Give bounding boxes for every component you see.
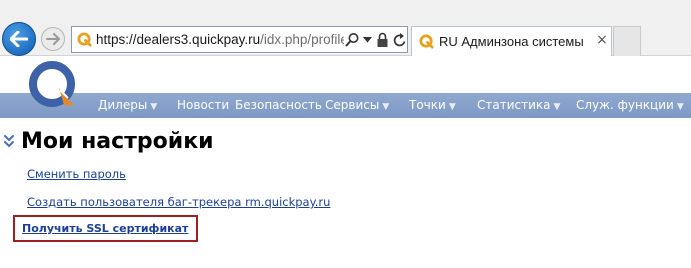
browser-chrome: https://dealers3.quickpay.ru/idx.php/pro… xyxy=(0,0,691,56)
quickpay-logo[interactable] xyxy=(28,60,80,112)
get-ssl-certificate-link[interactable]: Получить SSL сертификат xyxy=(22,222,188,235)
nav-item-label: Точки xyxy=(409,98,446,112)
nav-item-label: Служ. функции xyxy=(576,98,674,112)
site-favicon-icon xyxy=(77,32,92,47)
close-icon[interactable]: × xyxy=(595,33,609,47)
forward-arrow-icon xyxy=(46,33,60,45)
nav-item-label: Безопасность xyxy=(235,98,322,112)
nav-item-statistics[interactable]: Статистика ▼ xyxy=(477,98,560,112)
new-tab-button[interactable] xyxy=(613,26,641,56)
refresh-icon[interactable] xyxy=(393,32,407,48)
page-title: Мои настройки xyxy=(21,129,214,154)
chevron-down-icon: ▼ xyxy=(150,102,158,112)
nav-item-label: Сервисы xyxy=(325,98,380,112)
nav-item-dealers[interactable]: Дилеры ▼ xyxy=(98,98,157,112)
double-chevron-down-icon[interactable] xyxy=(4,135,14,149)
nav-item-services[interactable]: Сервисы ▼ xyxy=(325,98,389,112)
url-text[interactable]: https://dealers3.quickpay.ru/idx.php/pro… xyxy=(96,32,344,47)
url-main: https://dealers3.quickpay.ru xyxy=(96,32,261,47)
address-bar[interactable]: https://dealers3.quickpay.ru/idx.php/pro… xyxy=(71,26,408,53)
url-path: /idx.php/profile/s xyxy=(260,32,344,47)
nav-item-label: Дилеры xyxy=(98,98,148,112)
search-icon[interactable] xyxy=(345,32,360,47)
lock-icon[interactable] xyxy=(376,32,389,48)
chevron-down-icon: ▼ xyxy=(553,102,561,112)
create-bugtracker-user-link[interactable]: Создать пользователя баг-трекера rm.quic… xyxy=(27,195,330,209)
chevron-down-icon: ▼ xyxy=(448,102,456,112)
nav-item-points[interactable]: Точки ▼ xyxy=(409,98,456,112)
tab-title: RU Админзона системы «... xyxy=(439,34,587,49)
main-navbar: Дилеры ▼ Новости Безопасность Сервисы ▼ То… xyxy=(0,93,691,118)
tab-admin-zone[interactable]: RU Админзона системы «... × xyxy=(411,26,612,56)
back-arrow-icon xyxy=(10,31,28,47)
back-button[interactable] xyxy=(2,22,36,56)
chevron-down-icon: ▼ xyxy=(382,102,390,112)
nav-item-label: Статистика xyxy=(477,98,551,112)
nav-item-service-functions[interactable]: Служ. функции ▼ xyxy=(576,98,684,112)
nav-item-label: Новости xyxy=(177,98,230,112)
nav-item-security[interactable]: Безопасность xyxy=(235,98,322,112)
nav-item-news[interactable]: Новости xyxy=(177,98,229,112)
change-password-link[interactable]: Сменить пароль xyxy=(27,167,126,181)
chevron-down-icon: ▼ xyxy=(676,102,684,112)
forward-button[interactable] xyxy=(41,27,65,51)
dropdown-icon[interactable] xyxy=(363,37,372,43)
tab-favicon-icon xyxy=(419,34,434,49)
